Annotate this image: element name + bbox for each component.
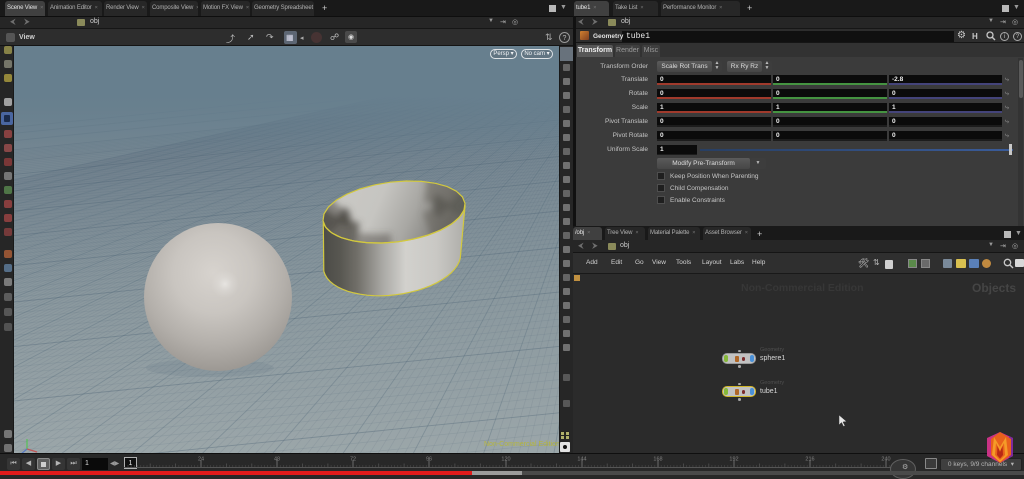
svg-text:144: 144 <box>577 457 586 463</box>
svg-text:24: 24 <box>198 457 204 463</box>
svg-text:120: 120 <box>501 457 510 463</box>
svg-text:168: 168 <box>653 457 662 463</box>
svg-text:72: 72 <box>350 457 356 463</box>
svg-text:192: 192 <box>729 457 738 463</box>
svg-text:216: 216 <box>805 457 814 463</box>
svg-text:96: 96 <box>426 457 432 463</box>
svg-text:240: 240 <box>881 457 890 463</box>
svg-text:48: 48 <box>274 457 280 463</box>
